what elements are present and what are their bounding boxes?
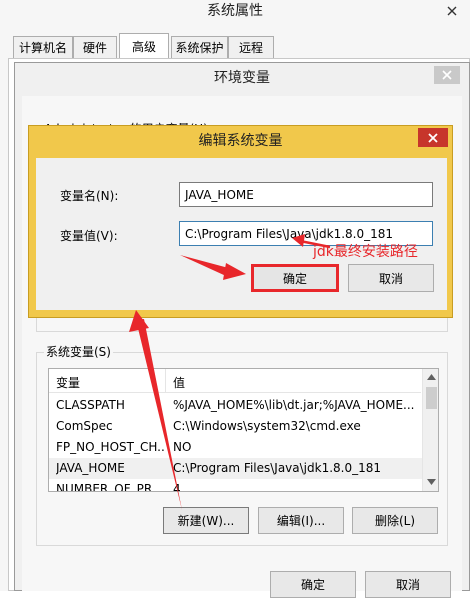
arrow-to-ok-button-icon [180, 255, 246, 280]
arrow-to-path-icon [292, 234, 331, 249]
arrow-from-new-button-icon [129, 310, 182, 510]
annotation-arrows [129, 234, 331, 510]
